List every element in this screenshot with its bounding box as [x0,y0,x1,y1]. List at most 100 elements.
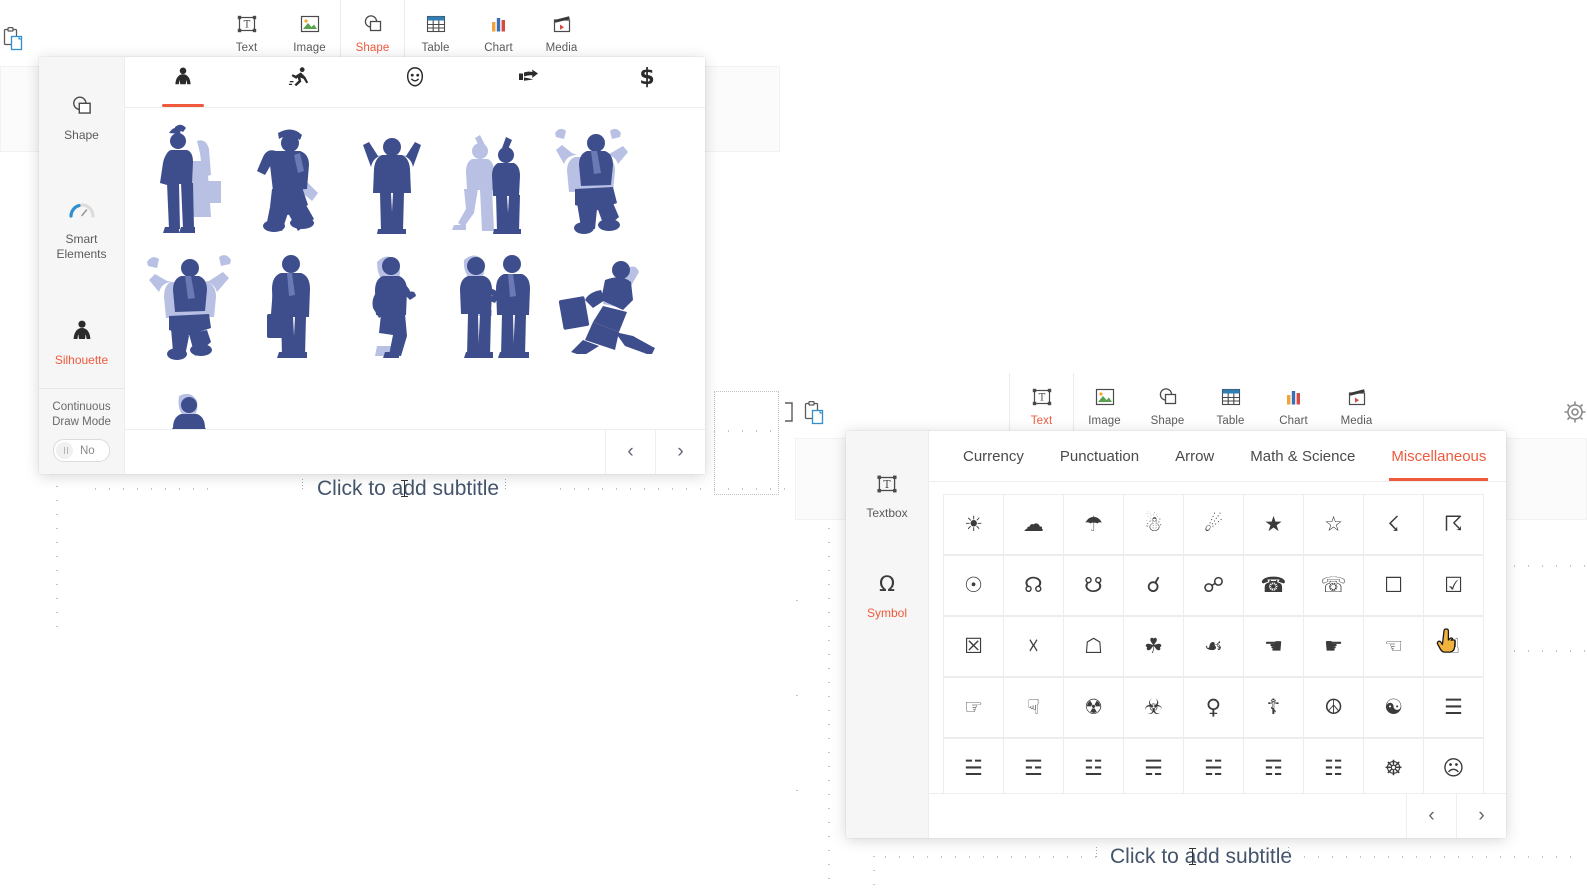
paste-icon[interactable] [803,400,827,431]
next-page-button[interactable]: › [655,430,705,474]
tab-arrow[interactable]: Arrow [1157,431,1232,481]
rail-item-textbox[interactable]: T Textbox [846,453,928,539]
ribbon-item-label: Image [293,42,326,54]
tab-dollar-sign[interactable]: $ [589,57,705,107]
rail-item-shape[interactable]: Shape [39,75,124,161]
frowning-face-symbol[interactable]: ☹ [1423,738,1484,793]
female-sign-symbol[interactable]: ♀ [1183,677,1244,738]
descending-node-symbol[interactable]: ☋ [1063,555,1124,616]
ribbon-item-media[interactable]: Media [1325,373,1388,432]
rail-item-silhouette[interactable]: Silhouette [39,280,124,386]
lightning-symbol[interactable]: ☇ [1363,494,1424,555]
placeholder-handle [302,479,303,489]
silhouette-item[interactable] [442,116,543,241]
tab-math-science[interactable]: Math & Science [1232,431,1373,481]
tab-person-running[interactable] [241,57,357,107]
trigram-lake-symbol[interactable]: ☱ [943,738,1004,793]
shape-silhouette-panel: Shape Smart Elements Silhouette Continuo… [39,57,705,474]
snowman-symbol[interactable]: ☃ [1123,494,1184,555]
white-shogi-piece-symbol[interactable]: ☖ [1063,616,1124,677]
trigram-mountain-symbol[interactable]: ☶ [1243,738,1304,793]
white-left-pointing-index-symbol[interactable]: ☜ [1363,616,1424,677]
sun-with-rays-symbol[interactable]: ☉ [943,555,1004,616]
tab-currency[interactable]: Currency [945,431,1042,481]
orthodox-cross-symbol[interactable]: ☦ [1243,677,1304,738]
trigram-thunder-symbol[interactable]: ☳ [1063,738,1124,793]
silhouette-item[interactable] [139,241,240,366]
white-down-pointing-index-symbol[interactable]: ☟ [1003,677,1064,738]
biohazard-symbol[interactable]: ☣ [1123,677,1184,738]
ballot-box-check-symbol[interactable]: ☑ [1423,555,1484,616]
trigram-earth-symbol[interactable]: ☷ [1303,738,1364,793]
saltire-symbol[interactable]: ☓ [1003,616,1064,677]
ribbon-item-table[interactable]: Table [1199,373,1262,432]
ribbon-item-text[interactable]: T Text [1010,373,1073,432]
silhouette-item[interactable] [543,241,661,366]
wheel-of-dharma-symbol[interactable]: ☸ [1363,738,1424,793]
rail-item-label: Symbol [866,606,907,620]
tab-miscellaneous[interactable]: Miscellaneous [1373,431,1504,481]
ballot-box-x-symbol[interactable]: ☒ [943,616,1004,677]
ballot-box-symbol[interactable]: ☐ [1363,555,1424,616]
ribbon-item-shape[interactable]: Shape [1136,373,1199,432]
ribbon-item-table[interactable]: Table [404,0,467,59]
tab-pointing-hand[interactable] [473,57,589,107]
silhouette-item[interactable] [341,116,442,241]
opposition-symbol[interactable]: ☍ [1183,555,1244,616]
trigram-fire-symbol[interactable]: ☲ [1003,738,1064,793]
rail-item-smart-elements[interactable]: Smart Elements [39,161,124,280]
trigram-wind-symbol[interactable]: ☴ [1123,738,1184,793]
tab-person-standing[interactable] [125,57,241,107]
umbrella-symbol[interactable]: ☂ [1063,494,1124,555]
smiley-face-icon [404,65,426,107]
black-star-symbol[interactable]: ★ [1243,494,1304,555]
ribbon-item-image[interactable]: Image [1073,373,1136,432]
radioactive-symbol[interactable]: ☢ [1063,677,1124,738]
silhouette-item[interactable] [442,241,543,366]
ribbon-item-shape[interactable]: Shape [341,0,404,59]
prev-page-button[interactable]: ‹ [605,430,655,474]
shamrock-symbol[interactable]: ☘ [1123,616,1184,677]
conjunction-symbol[interactable]: ☌ [1123,555,1184,616]
continuous-draw-mode-toggle[interactable]: No [53,439,110,462]
trigram-heaven-symbol[interactable]: ☰ [1423,677,1484,738]
white-right-pointing-index-symbol[interactable]: ☞ [943,677,1004,738]
ribbon-item-media[interactable]: Media [530,0,593,59]
subtitle-placeholder-left[interactable]: Click to add subtitle [317,477,499,501]
black-right-pointing-index-symbol[interactable]: ☛ [1303,616,1364,677]
ribbon-item-text[interactable]: T Text [215,0,278,59]
subtitle-placeholder-right[interactable]: Click to add subtitle [1110,845,1292,869]
ascending-node-symbol[interactable]: ☊ [1003,555,1064,616]
black-left-pointing-index-symbol[interactable]: ☚ [1243,616,1304,677]
white-star-symbol[interactable]: ☆ [1303,494,1364,555]
white-telephone-symbol[interactable]: ☏ [1303,555,1364,616]
textbox-icon: T [235,9,259,39]
peace-symbol[interactable]: ☮ [1303,677,1364,738]
black-telephone-symbol[interactable]: ☎ [1243,555,1304,616]
rail-item-symbol[interactable]: Ω Symbol [846,539,928,639]
trigram-water-symbol[interactable]: ☵ [1183,738,1244,793]
gear-icon[interactable] [1562,399,1587,430]
tab-punctuation[interactable]: Punctuation [1042,431,1157,481]
next-page-button[interactable]: › [1456,794,1506,838]
sun-symbol[interactable]: ☀ [943,494,1004,555]
silhouette-item[interactable] [543,116,644,241]
paste-icon[interactable] [2,26,26,57]
prev-page-button[interactable]: ‹ [1406,794,1456,838]
ribbon-item-image[interactable]: Image [278,0,341,59]
silhouette-item[interactable] [240,116,341,241]
ribbon-item-chart[interactable]: Chart [1262,373,1325,432]
silhouette-item[interactable] [341,241,442,366]
thunderstorm-symbol[interactable]: ☈ [1423,494,1484,555]
ribbon-item-chart[interactable]: Chart [467,0,530,59]
guide-dot-column [796,600,798,608]
silhouette-item[interactable] [139,116,240,241]
reversed-rotated-floral-heart-symbol[interactable]: ☙ [1183,616,1244,677]
shape-icon [361,9,385,39]
silhouette-item[interactable] [139,366,240,429]
cloud-symbol[interactable]: ☁ [1003,494,1064,555]
comet-symbol[interactable]: ☄ [1183,494,1244,555]
yin-yang-symbol[interactable]: ☯ [1363,677,1424,738]
tab-smiley-face[interactable] [357,57,473,107]
silhouette-item[interactable] [240,241,341,366]
